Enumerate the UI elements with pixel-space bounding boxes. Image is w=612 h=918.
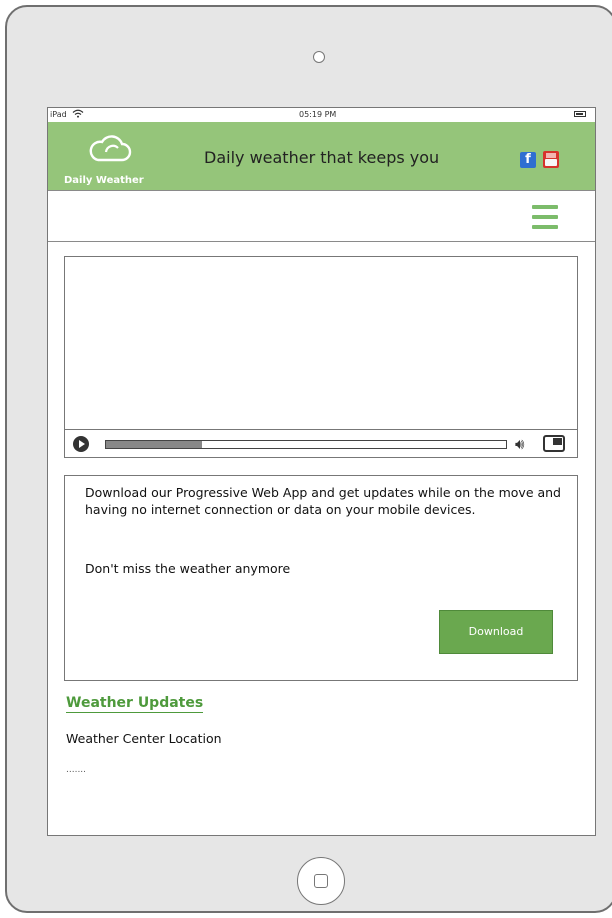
home-button[interactable]	[297, 857, 345, 905]
content-ellipsis: .......	[66, 765, 87, 775]
facebook-icon[interactable]: f	[520, 152, 536, 168]
video-controls: 🔊︎	[65, 429, 577, 458]
weather-center-location: Weather Center Location	[66, 731, 222, 746]
nav-bar	[48, 191, 595, 242]
promo-panel: Download our Progressive Web App and get…	[64, 475, 578, 681]
tablet-screen: iPad 05:19 PM Daily Weather Daily weathe…	[47, 107, 596, 836]
status-time: 05:19 PM	[299, 110, 337, 119]
volume-icon[interactable]: 🔊︎	[515, 435, 524, 453]
fullscreen-icon[interactable]	[543, 435, 565, 452]
status-bar: iPad 05:19 PM	[48, 108, 595, 122]
wifi-icon	[72, 109, 84, 121]
hamburger-menu-icon[interactable]	[532, 205, 558, 229]
app-header: Daily Weather Daily weather that keeps y…	[48, 122, 595, 191]
promo-tagline: Don't miss the weather anymore	[85, 561, 291, 576]
promo-text: Download our Progressive Web App and get…	[85, 485, 561, 517]
home-square-icon	[314, 874, 328, 888]
video-player[interactable]: 🔊︎	[64, 256, 578, 458]
download-button[interactable]: Download	[439, 610, 553, 654]
youtube-icon[interactable]	[543, 151, 559, 168]
play-icon[interactable]	[73, 436, 89, 452]
video-progress-fill	[106, 441, 202, 448]
carrier-label: iPad	[50, 110, 67, 119]
tablet-frame: iPad 05:19 PM Daily Weather Daily weathe…	[5, 5, 612, 913]
video-progress-bar[interactable]	[105, 440, 507, 449]
cloud-logo-icon	[88, 132, 132, 168]
camera-icon	[313, 51, 325, 63]
logo-label: Daily Weather	[64, 175, 144, 186]
weather-updates-title[interactable]: Weather Updates	[66, 694, 204, 713]
header-tagline: Daily weather that keeps you	[204, 148, 440, 167]
battery-icon	[574, 111, 586, 117]
